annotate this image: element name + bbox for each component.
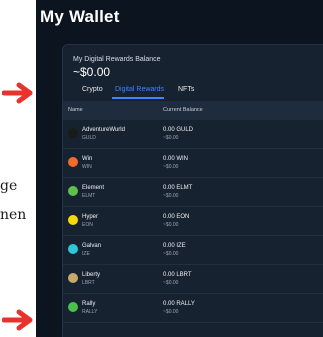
column-header-name: Name	[68, 107, 83, 113]
balance-value: ~$0.00	[73, 65, 111, 79]
token-symbol: RALLY	[82, 309, 98, 315]
token-balance: 0.00 IZE	[163, 243, 186, 249]
token-name: Liberty	[82, 272, 101, 278]
galvan-logo-icon	[68, 244, 78, 254]
table-row[interactable]: Liberty LBRT 0.00 LBRT ~$0.00	[63, 265, 323, 294]
token-balance: 0.00 LBRT	[163, 272, 192, 278]
column-header-current-balance: Current Balance	[163, 107, 203, 113]
token-symbol: GULD	[82, 135, 96, 141]
token-name: Rally	[82, 301, 96, 307]
token-usd-value: ~$0.00	[163, 309, 179, 315]
token-usd-value: ~$0.00	[163, 222, 179, 228]
tab-nfts[interactable]: NFTs	[178, 86, 194, 93]
token-symbol: WIN	[82, 164, 92, 170]
rally-logo-icon	[68, 302, 78, 312]
token-symbol: IZE	[82, 251, 90, 257]
red-arrow-annotation-rally	[2, 309, 33, 331]
token-name: Element	[82, 185, 105, 191]
page-title: My Wallet	[40, 7, 120, 26]
table-row[interactable]: Rally RALLY 0.00 RALLY ~$0.00	[63, 294, 323, 323]
table-row[interactable]: Element ELMT 0.00 ELMT ~$0.00	[63, 178, 323, 207]
wallet-app-window: My Wallet My Digital Rewards Balance ~$0…	[36, 0, 323, 337]
token-usd-value: ~$0.00	[163, 251, 179, 257]
balance-label: My Digital Rewards Balance	[73, 56, 161, 63]
token-balance: 0.00 WIN	[163, 156, 189, 162]
token-balance: 0.00 GULD	[163, 127, 194, 133]
token-balance: 0.00 EON	[163, 214, 190, 220]
hyper-logo-icon	[68, 215, 78, 225]
token-symbol: ELMT	[82, 193, 96, 199]
token-balance: 0.00 ELMT	[163, 185, 193, 191]
token-usd-value: ~$0.00	[163, 193, 179, 199]
token-name: Hyper	[82, 214, 99, 220]
tab-digital-rewards[interactable]: Digital Rewards	[115, 86, 164, 93]
token-name: AdventureWurld	[82, 127, 125, 133]
table-row[interactable]: Galvan IZE 0.00 IZE ~$0.00	[63, 236, 323, 265]
rewards-table: Name Current Balance AdventureWurld GULD 0…	[63, 101, 323, 323]
token-balance: 0.00 RALLY	[163, 301, 195, 307]
active-tab-indicator	[112, 97, 164, 99]
table-row[interactable]: AdventureWurld GULD 0.00 GULD ~$0.00	[63, 120, 323, 149]
token-symbol: EON	[82, 222, 93, 228]
adventurewurld-logo-icon	[68, 128, 78, 138]
digital-rewards-panel: My Digital Rewards Balance ~$0.00 Crypto…	[62, 44, 323, 337]
token-usd-value: ~$0.00	[163, 135, 179, 141]
token-name: Galvan	[82, 243, 102, 249]
token-name: Win	[82, 156, 93, 162]
background-text-fragment-1: ge	[0, 178, 18, 194]
token-usd-value: ~$0.00	[163, 280, 179, 286]
background-text-fragment-2: nen	[0, 207, 27, 223]
win-logo-icon	[68, 157, 78, 167]
red-arrow-annotation-tabs	[2, 82, 33, 104]
table-header: Name Current Balance	[63, 101, 323, 120]
wallet-tabs: Crypto Digital Rewards NFTs	[63, 83, 323, 100]
element-logo-icon	[68, 186, 78, 196]
liberty-logo-icon	[68, 273, 78, 283]
table-row[interactable]: Win WIN 0.00 WIN ~$0.00	[63, 149, 323, 178]
table-row[interactable]: Hyper EON 0.00 EON ~$0.00	[63, 207, 323, 236]
token-symbol: LBRT	[82, 280, 95, 286]
tab-crypto[interactable]: Crypto	[82, 86, 103, 93]
token-usd-value: ~$0.00	[163, 164, 179, 170]
